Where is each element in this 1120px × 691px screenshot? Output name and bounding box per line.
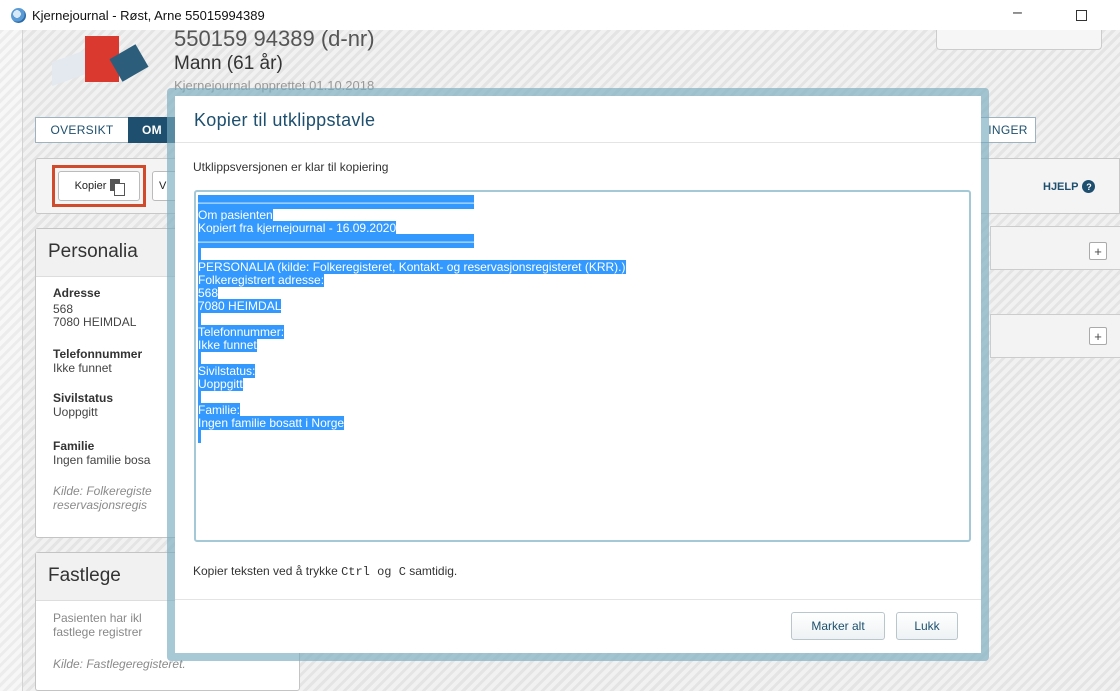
help-icon: ? [1082,180,1096,193]
clipboard-line-text: Familie: [198,403,241,417]
fastlege-text-line2: fastlege registrer [53,625,143,639]
clipboard-line [198,390,967,404]
hint-post: samtidig. [405,564,458,578]
copy-dialog: Kopier til utklippstavle Utklippsversjon… [175,96,981,653]
help-label: HJELP [1043,180,1079,193]
clipboard-line-text: ——————————————————————— [198,195,474,209]
family-label: Familie [53,439,95,453]
tab-oversikt[interactable]: OVERSIKT [35,117,129,143]
clipboard-line-text [198,390,202,404]
clipboard-line: 7080 HEIMDAL [198,299,967,313]
clipboard-line-text: 7080 HEIMDAL [198,299,282,313]
personalia-source-line2: reservasjonsregis [53,498,148,512]
clipboard-line: Ikke funnet [198,338,967,352]
window-titlebar: Kjernejournal - Røst, Arne 55015994389 – [0,0,1120,30]
address-line2: 7080 HEIMDAL [53,315,137,329]
expand-button-1[interactable]: + [1089,242,1107,260]
clipboard-line-text [198,351,202,365]
clipboard-line: Telefonnummer: [198,325,967,339]
dialog-divider-bottom [175,599,981,600]
hint-key-ctrl: Ctrl [341,565,370,579]
fastlege-title: Fastlege [48,565,121,586]
civil-status-value: Uoppgitt [53,405,98,419]
personalia-title: Personalia [48,241,138,262]
clipboard-line [198,312,967,326]
clipboard-line-text: PERSONALIA (kilde: Folkeregisteret, Kont… [198,260,626,274]
clipboard-textarea[interactable]: ——————————————————————— Om pasienten Kopie… [194,190,971,542]
dialog-title: Kopier til utklippstavle [194,110,376,130]
clipboard-line-text: 568 [198,286,219,300]
clipboard-line: Uoppgitt [198,377,967,391]
hint-key-c: C [398,565,406,579]
clipboard-line-text: Kopiert fra kjernejournal - 16.09.2020 [198,221,397,235]
close-button[interactable]: Lukk [896,612,958,640]
kopier-highlight-annotation [52,165,146,207]
clipboard-line-text [198,247,202,261]
top-right-button[interactable] [936,30,1102,50]
clipboard-line-text: Ingen familie bosatt i Norge [198,416,345,430]
patient-sex-age: Mann (61 år) [174,53,283,74]
window-title: Kjernejournal - Røst, Arne 55015994389 [32,8,265,23]
address-line1: 568 [53,302,74,316]
clipboard-line: Folkeregistrert adresse: [198,273,967,287]
clipboard-line: Sivilstatus: [198,364,967,378]
minimize-button[interactable]: – [1013,4,1022,22]
phone-value: Ikke funnet [53,361,112,375]
clipboard-line: 568 [198,286,967,300]
maximize-button[interactable] [1076,10,1087,21]
expand-button-2[interactable]: + [1089,327,1107,345]
clipboard-line-text: ——————————————————————— [198,234,474,248]
dialog-hint: Kopier teksten ved å trykke Ctrl og C sa… [193,564,457,579]
app-icon [11,8,26,23]
clipboard-line-text: Ikke funnet [198,338,257,352]
clipboard-line-text [198,312,202,326]
select-all-button[interactable]: Marker alt [791,612,885,640]
clipboard-line-text: Sivilstatus: [198,364,256,378]
clipboard-line-text: Om pasienten [198,208,273,222]
hint-mid: og [369,565,399,579]
hint-pre: Kopier teksten ved å trykke [193,564,342,578]
clipboard-line-text: Folkeregistrert adresse: [198,273,325,287]
clipboard-line [198,429,967,443]
help-link[interactable]: HJELP ? [1043,180,1096,193]
fastlege-text-line1: Pasienten har ikl [53,611,142,625]
dialog-message: Utklippsversjonen er klar til kopiering [193,160,389,174]
patient-id: 550159 94389 (d-nr) [174,26,375,51]
address-label: Adresse [53,286,101,300]
fastlege-source: Kilde: Fastlegeregisteret. [53,657,186,671]
clipboard-line: ——————————————————————— [198,234,967,248]
clipboard-line-text [198,429,202,443]
personalia-source-line1: Kilde: Folkeregiste [53,484,152,498]
phone-label: Telefonnummer [53,347,143,361]
family-value: Ingen familie bosa [53,453,151,467]
kjernejournal-logo [52,36,149,106]
dialog-divider-top [175,142,981,143]
clipboard-line-text: Telefonnummer: [198,325,285,339]
clipboard-line-text: Uoppgitt [198,377,243,391]
clipboard-line [198,351,967,365]
clipboard-line: Ingen familie bosatt i Norge [198,416,967,430]
civil-status-label: Sivilstatus [53,391,114,405]
clipboard-line: ——————————————————————— [198,195,967,209]
